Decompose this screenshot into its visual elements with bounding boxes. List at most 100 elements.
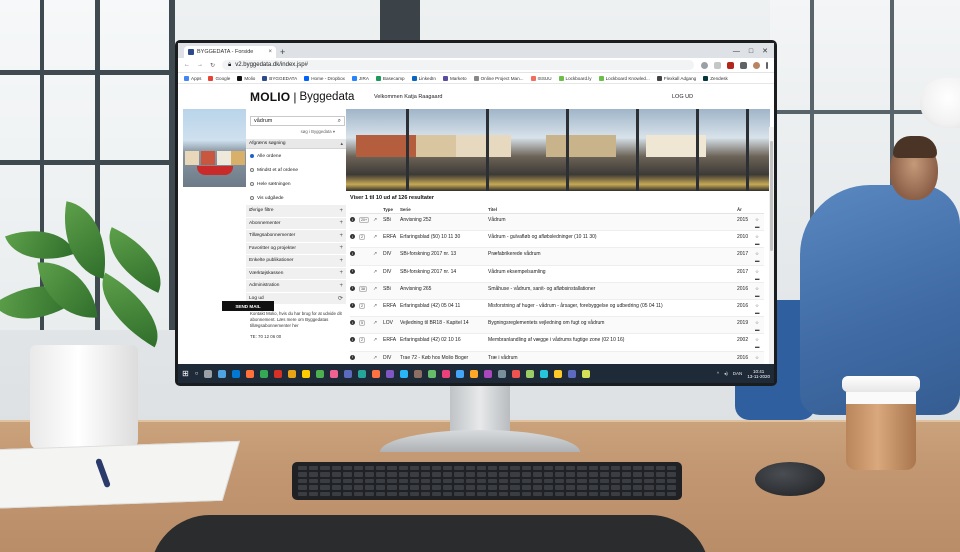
document-link-icon[interactable]: ↗: [373, 303, 383, 309]
scrollbar-thumb[interactable]: [770, 141, 773, 251]
search-scope-dropdown[interactable]: søg i Byggedata ▾: [250, 129, 345, 135]
bookmark-item[interactable]: JIRA: [351, 75, 369, 81]
byggedata-logo[interactable]: Byggedata: [299, 91, 354, 103]
bookmark-item[interactable]: Flexkall Adgang: [656, 75, 696, 81]
column-type[interactable]: Type: [383, 207, 400, 212]
expand-icon[interactable]: +: [339, 208, 343, 214]
bookmark-item[interactable]: Online Project Man...: [473, 75, 524, 81]
bookmark-item[interactable]: BYGGEDATA: [262, 75, 297, 81]
expand-icon[interactable]: +: [339, 245, 343, 251]
expand-icon[interactable]: ⟳: [338, 295, 343, 302]
sidebar-item[interactable]: Værktøjskassen +: [246, 267, 346, 280]
taskbar-app-icon[interactable]: [470, 369, 479, 378]
folder-icon[interactable]: ▬: [755, 276, 764, 281]
row-titel[interactable]: Misforstning af huger - vådrum - årsager…: [488, 303, 737, 309]
close-window-icon[interactable]: ✕: [762, 45, 768, 58]
taskbar-app-icon[interactable]: [526, 369, 535, 378]
info-icon[interactable]: i: [350, 251, 355, 257]
table-row[interactable]: i 2 ↗ ERFA Erfaringsblad (42) 05 04 11 Misfor…: [350, 300, 764, 318]
sidebar-item[interactable]: Øvrige filtre +: [246, 205, 346, 218]
radio-dot-icon[interactable]: [250, 168, 254, 172]
taskbar-app-icon[interactable]: [344, 369, 353, 378]
bookmark-item[interactable]: Marketo: [442, 75, 467, 81]
reload-icon[interactable]: ↻: [210, 62, 215, 69]
search-mode-radio[interactable]: Vis udgåede: [246, 191, 346, 205]
address-bar[interactable]: 🔒︎ v2.byggedata.dk/index.jsp#: [222, 60, 694, 70]
favorite-star-icon[interactable]: ☆: [755, 269, 764, 274]
taskbar-app-icon[interactable]: [456, 369, 465, 378]
document-link-icon[interactable]: ↗: [373, 355, 383, 361]
column-serie[interactable]: Serie: [400, 207, 488, 212]
info-icon[interactable]: i: [350, 234, 355, 240]
table-row[interactable]: i 5 ↗ LOV Vejledning til BR18 - Kapitel 14 By…: [350, 317, 764, 335]
forward-icon[interactable]: →: [197, 62, 203, 68]
document-link-icon[interactable]: ↗: [373, 251, 383, 257]
favorite-star-icon[interactable]: ☆: [755, 337, 764, 342]
taskbar-app-icon[interactable]: [442, 369, 451, 378]
taskbar-app-icon[interactable]: [232, 369, 241, 378]
favorite-star-icon[interactable]: ☆: [755, 355, 764, 360]
taskbar-app-icon[interactable]: [330, 369, 339, 378]
search-mode-radio[interactable]: Hele sætningen: [246, 177, 346, 191]
minimize-icon[interactable]: —: [733, 45, 740, 58]
row-titel[interactable]: Vådrum - gulvafløb og afløbsledninger (1…: [488, 234, 737, 240]
row-titel[interactable]: Småhuse - vådrum, sanit- og afløbsinstal…: [488, 286, 737, 292]
table-row[interactable]: i 2 ↗ ERFA Erfaringsblad (50) 10 11 30 Vådrum…: [350, 231, 764, 249]
taskbar-app-icon[interactable]: [484, 369, 493, 378]
sidebar-item[interactable]: Enkelte publikationer +: [246, 255, 346, 268]
sidebar-item[interactable]: Favoritter og projekter +: [246, 242, 346, 255]
taskbar-app-icon[interactable]: [274, 369, 283, 378]
sidebar-item[interactable]: Administration +: [246, 280, 346, 293]
taskbar-app-icon[interactable]: [386, 369, 395, 378]
bookmark-item[interactable]: LinkedIn: [411, 75, 436, 81]
row-titel[interactable]: Præfabrikerede vådrum: [488, 251, 737, 257]
browser-tab[interactable]: BYGGEDATA - Forside ×: [184, 46, 276, 58]
row-serie[interactable]: Erfaringsblad (50) 10 11 30: [400, 234, 488, 240]
row-serie[interactable]: Vejledning til BR18 - Kapitel 14: [400, 320, 488, 326]
table-row[interactable]: i ↗ DIV SBi-forskning 2017 nr. 14 Vådrum eks…: [350, 266, 764, 283]
folder-icon[interactable]: ▬: [755, 310, 764, 315]
search-taskbar-icon[interactable]: ○: [195, 371, 199, 377]
taskbar-app-icon[interactable]: [554, 369, 563, 378]
favorite-star-icon[interactable]: ☆: [755, 234, 764, 239]
table-row[interactable]: i ↗ DIV SBi-forskning 2017 nr. 13 Præfabrike…: [350, 248, 764, 266]
taskbar-app-icon[interactable]: [540, 369, 549, 378]
molio-logo[interactable]: MOLIO: [250, 90, 290, 104]
folder-icon[interactable]: ▬: [755, 224, 764, 229]
sidebar-item[interactable]: Abonnementer +: [246, 217, 346, 230]
favorite-star-icon[interactable]: ☆: [755, 217, 764, 222]
row-titel[interactable]: Membranlandling af vægge i vådrums fugti…: [488, 337, 737, 343]
taskbar-app-icon[interactable]: [568, 369, 577, 378]
expand-icon[interactable]: +: [339, 283, 343, 289]
taskbar-app-icon[interactable]: [498, 369, 507, 378]
row-titel[interactable]: Vådrum: [488, 217, 737, 223]
back-icon[interactable]: ←: [184, 62, 190, 68]
document-link-icon[interactable]: ↗: [373, 286, 383, 292]
filter-section-header[interactable]: Afgræns søgning ▴: [246, 139, 346, 149]
favorite-star-icon[interactable]: ☆: [755, 286, 764, 291]
info-icon[interactable]: i: [350, 217, 355, 222]
sidebar-item[interactable]: Tillægsabonnementer +: [246, 230, 346, 243]
windows-icon[interactable]: ⊞: [182, 369, 189, 378]
row-titel[interactable]: Bygningsreglementets vejledning om fugt …: [488, 320, 737, 326]
taskbar-app-icon[interactable]: [218, 369, 227, 378]
favorite-star-icon[interactable]: ☆: [755, 320, 764, 325]
bookmark-item[interactable]: Apps: [184, 75, 201, 81]
expand-icon[interactable]: +: [339, 270, 343, 276]
taskbar-app-icon[interactable]: [512, 369, 521, 378]
bookmark-item[interactable]: Google: [208, 75, 230, 81]
row-titel[interactable]: Vådrum eksempelsamling: [488, 269, 737, 275]
folder-icon[interactable]: ▬: [755, 258, 764, 263]
menu-icon[interactable]: [766, 61, 768, 69]
document-link-icon[interactable]: ↗: [373, 269, 383, 275]
taskbar-app-icon[interactable]: [414, 369, 423, 378]
taskbar-app-icon[interactable]: [246, 369, 255, 378]
expand-icon[interactable]: +: [339, 258, 343, 264]
info-icon[interactable]: i: [350, 302, 355, 308]
taskbar-clock[interactable]: 10:41 13-11-2020: [747, 369, 770, 379]
favorite-star-icon[interactable]: ☆: [755, 303, 764, 308]
column-aar[interactable]: År: [737, 207, 755, 212]
folder-icon[interactable]: ▬: [755, 344, 764, 349]
info-icon[interactable]: i: [350, 320, 355, 326]
info-icon[interactable]: i: [350, 268, 355, 274]
